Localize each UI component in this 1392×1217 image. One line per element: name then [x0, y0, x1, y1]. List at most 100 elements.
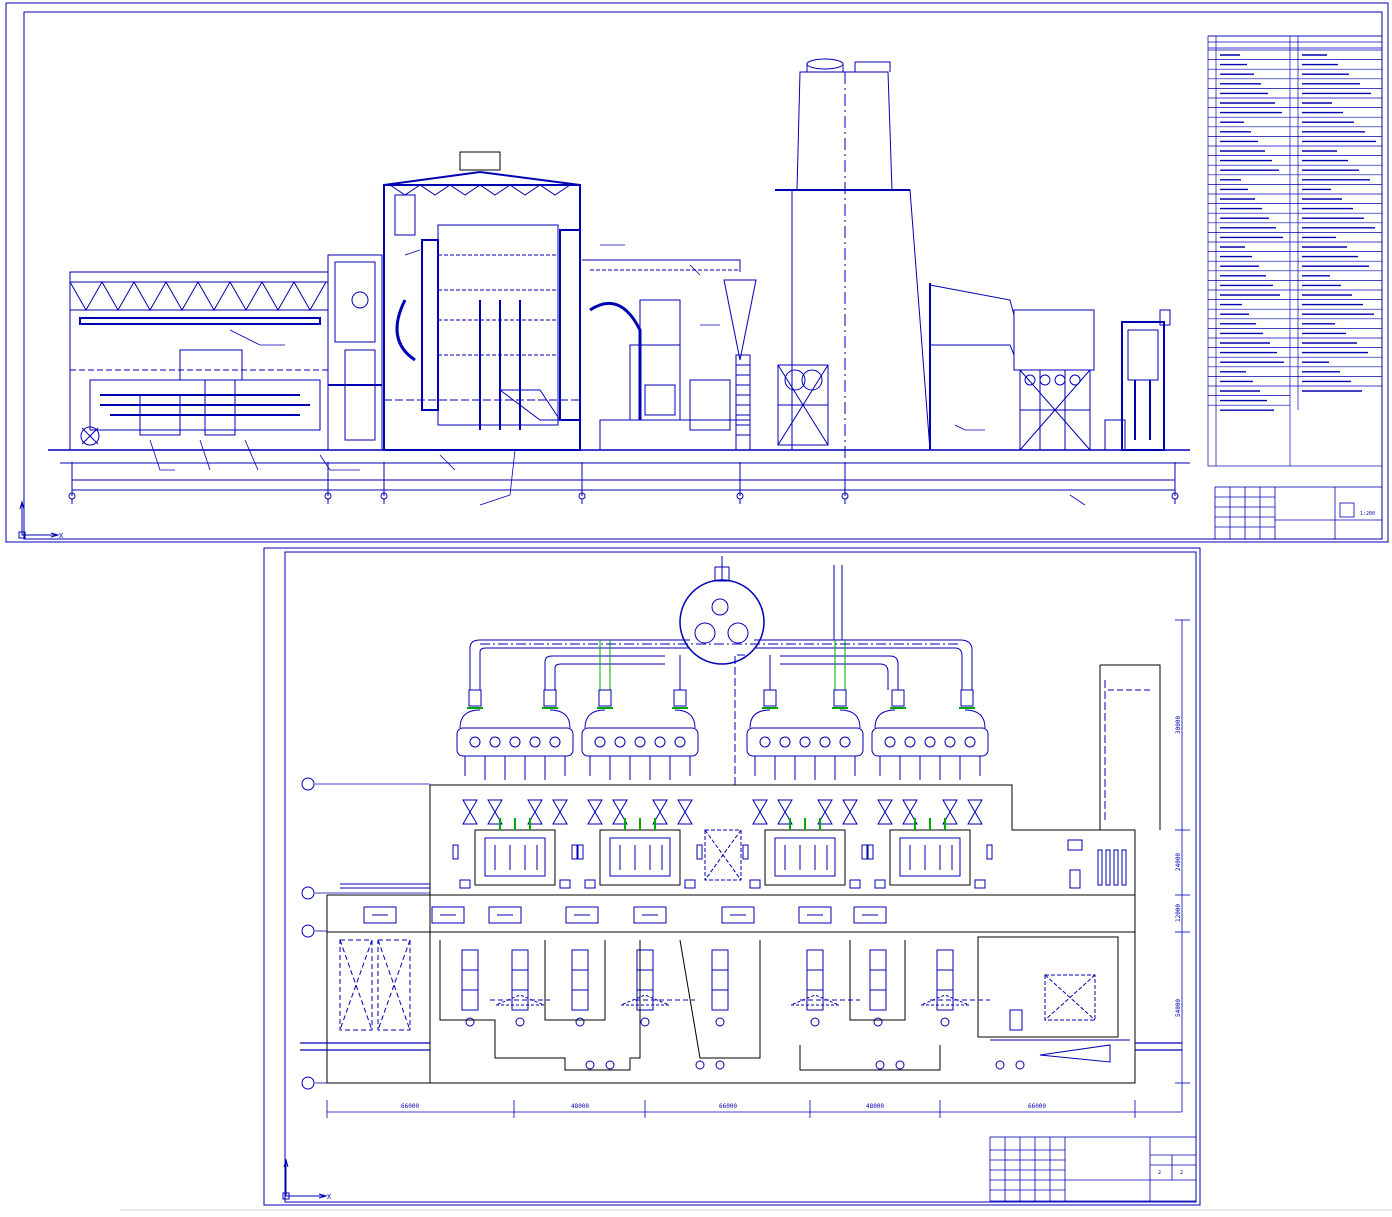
leader-lines: [149, 244, 1086, 506]
sheet-1-scale: 1:200: [1360, 511, 1375, 517]
dimension-label: 66000: [401, 1103, 419, 1110]
boiler-header: [581, 727, 699, 757]
side-instrument: [452, 844, 459, 860]
side-dimension-label: 24000: [1175, 853, 1182, 871]
lower-bay-equipment: [363, 906, 1130, 1071]
coal-mill: [511, 949, 529, 1011]
right-bay-conveyor: [1135, 1042, 1182, 1051]
mill-bay-outline-5: [799, 1045, 941, 1071]
boiler-header-leads: [754, 756, 856, 780]
side-instrument: [861, 844, 868, 860]
side-dimension-label: 30000: [1175, 716, 1182, 734]
boiler-header-nozzle: [924, 736, 936, 748]
central-bay-frame: [704, 829, 742, 881]
panel-bar: [1113, 849, 1119, 886]
ucs-icon-1: X: [18, 500, 64, 540]
boiler-header: [746, 727, 864, 757]
boiler-header-nozzle: [759, 736, 771, 748]
coal-mill-motor: [575, 1017, 585, 1027]
steam-valve: [468, 689, 482, 707]
mill-bay-outline-4: [849, 940, 906, 1021]
boiler-header-nozzle: [779, 736, 791, 748]
dimension-label: 48000: [866, 1103, 884, 1110]
steam-valve: [673, 689, 687, 707]
boiler-unit-1: [452, 709, 578, 889]
boiler-units: [452, 709, 1127, 889]
mill-bay-outline-3: [679, 939, 761, 1059]
bottom-valve: [695, 1060, 705, 1070]
sheet-1-elevation: [5, 2, 1389, 543]
boiler-header-bend: [584, 709, 696, 729]
boiler-header-nozzle: [489, 736, 501, 748]
coal-mill: [711, 949, 729, 1011]
mill-bay-outline-2: [544, 940, 606, 1021]
burner-marker: [842, 799, 858, 825]
boiler-header-nozzle: [549, 736, 561, 748]
sheet-2-dimension-labels: 66000 48000 66000 48000 66000 30000 24000 12000…: [401, 716, 1182, 1110]
sheet-2-frame: [284, 551, 1197, 1203]
boiler-header-leads: [879, 756, 981, 780]
bottom-valve: [715, 1060, 725, 1070]
boiler-header-nozzle: [674, 736, 686, 748]
furnace-risers: [789, 818, 821, 830]
panel-bar: [1105, 849, 1111, 886]
boiler-header-nozzle: [654, 736, 666, 748]
boiler-header: [871, 727, 989, 757]
furnace-inner: [484, 837, 546, 877]
fan-room: [977, 936, 1119, 1038]
boiler-header-nozzle: [509, 736, 521, 748]
sheet-1-axis-marks: [68, 492, 1179, 504]
pipe-flanges: [467, 689, 975, 709]
boiler-drum: [679, 556, 765, 665]
gas-duct-and-fans: [582, 259, 757, 451]
furnace-tubes: [619, 845, 663, 870]
burner-marker: [587, 799, 603, 825]
coal-mill-stage: [870, 969, 886, 991]
burner-marker: [552, 799, 568, 825]
coal-mill: [936, 949, 954, 1011]
steam-pipes: [469, 565, 973, 785]
mill-chute: [920, 994, 970, 1006]
cad-drawing-canvas: 1:200 X 66000 48000 66000 48000 66000 30…: [0, 0, 1392, 1213]
burner-marker: [877, 799, 893, 825]
side-instrument: [986, 844, 993, 860]
support-foot: [749, 879, 861, 889]
boiler-header-nozzle: [529, 736, 541, 748]
cad-drawing: 1:200 X 66000 48000 66000 48000 66000300…: [5, 2, 1392, 1211]
coal-mill-motor: [715, 1017, 725, 1027]
fan-diffuser: [1039, 1044, 1111, 1063]
bottom-valve: [895, 1060, 905, 1070]
dimension-label: 48000: [571, 1103, 589, 1110]
side-dimension-label: 54000: [1175, 999, 1182, 1017]
coal-mill-stage: [462, 969, 478, 991]
side-dimension-label: 12000: [1175, 904, 1182, 922]
dimension-label: 66000: [1028, 1103, 1046, 1110]
side-instrument: [867, 844, 874, 860]
boiler-header-nozzle: [614, 736, 626, 748]
furnace-inner: [774, 837, 836, 877]
boiler-header-nozzle: [964, 736, 976, 748]
steam-valve: [763, 689, 777, 707]
furnace-tubes: [784, 845, 828, 870]
coal-mill-motor: [873, 1017, 883, 1027]
furnace-risers: [914, 818, 946, 830]
support-foot: [874, 879, 986, 889]
boiler-header-nozzle: [904, 736, 916, 748]
fan-motor: [1009, 1009, 1023, 1031]
boiler-unit-2: [577, 709, 703, 889]
furnace-inner: [899, 837, 961, 877]
furnace-inner: [609, 837, 671, 877]
side-instrument: [742, 844, 749, 860]
furnace-tubes: [909, 845, 953, 870]
row-mark-A: [301, 777, 315, 791]
coal-mill-stage: [512, 969, 528, 991]
boiler-house: [383, 151, 581, 451]
side-instrument: [696, 844, 703, 860]
bottom-valve: [585, 1060, 595, 1070]
coal-mill-stage: [637, 969, 653, 991]
fan-box-bracing: [1044, 974, 1096, 1021]
deaerator-bay: [327, 254, 383, 451]
coal-mill: [571, 949, 589, 1011]
bottom-valve: [1015, 1060, 1025, 1070]
boiler-unit-4: [867, 709, 993, 889]
